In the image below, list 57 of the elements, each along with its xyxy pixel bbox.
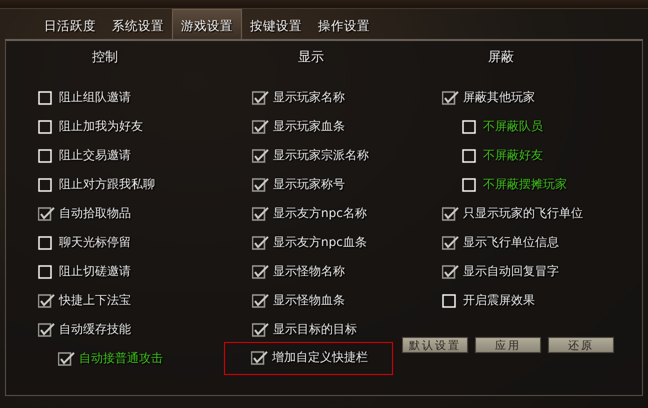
- option-label: 自动拾取物品: [59, 205, 131, 222]
- option-label: 显示怪物血条: [273, 292, 345, 309]
- checkbox[interactable]: [442, 236, 460, 250]
- option-label: 阻止加我为好友: [59, 118, 143, 135]
- option-label: 聊天光标停留: [59, 234, 131, 251]
- action-button[interactable]: 还原: [548, 337, 614, 353]
- column-heading: 显示: [298, 49, 324, 66]
- checkbox[interactable]: [252, 90, 270, 104]
- checkbox[interactable]: [442, 90, 460, 104]
- option-label: 不屏蔽摆摊玩家: [483, 176, 567, 193]
- option-label: 不屏蔽好友: [483, 147, 543, 164]
- option-label: 阻止交易邀请: [59, 147, 131, 164]
- checkbox[interactable]: [38, 206, 56, 220]
- option-label: 开启震屏效果: [463, 292, 535, 309]
- column-heading: 控制: [92, 49, 118, 66]
- checkbox[interactable]: [252, 120, 270, 134]
- checkbox[interactable]: [38, 322, 56, 336]
- option-label: 显示目标的目标: [273, 321, 357, 338]
- option-label: 只显示玩家的飞行单位: [463, 205, 583, 222]
- option-label: 显示友方npc名称: [273, 205, 367, 222]
- option-label: 自动接普通攻击: [79, 350, 163, 367]
- checkbox[interactable]: [252, 294, 270, 308]
- option-label: 显示玩家血条: [273, 118, 345, 135]
- checkbox[interactable]: [58, 352, 76, 366]
- action-button[interactable]: 应用: [475, 337, 541, 353]
- checkbox[interactable]: [252, 148, 270, 162]
- checkbox[interactable]: [38, 294, 56, 308]
- checkbox[interactable]: [252, 264, 270, 278]
- tab[interactable]: 按键设置: [242, 9, 310, 39]
- option-label: 不屏蔽队员: [483, 118, 543, 135]
- checkbox[interactable]: [442, 264, 460, 278]
- option-label: 显示玩家称号: [273, 176, 345, 193]
- checkbox[interactable]: [252, 206, 270, 220]
- column-heading: 屏蔽: [488, 49, 514, 66]
- checkbox[interactable]: [252, 178, 270, 192]
- option-label: 显示玩家名称: [273, 89, 345, 106]
- checkbox[interactable]: [252, 236, 270, 250]
- option-label: 快捷上下法宝: [59, 292, 131, 309]
- option-label: 增加自定义快捷栏: [272, 349, 368, 366]
- option-label: 阻止组队邀请: [59, 89, 131, 106]
- checkbox[interactable]: [252, 322, 270, 336]
- checkbox[interactable]: [442, 206, 460, 220]
- action-button[interactable]: 默认设置: [402, 337, 468, 353]
- option-label: 自动缓存技能: [59, 321, 131, 338]
- option-label: 显示玩家宗派名称: [273, 147, 369, 164]
- option-label: 阻止切磋邀请: [59, 263, 131, 280]
- tab[interactable]: 操作设置: [310, 9, 378, 39]
- tab[interactable]: 系统设置: [104, 9, 172, 39]
- option-label: 显示飞行单位信息: [463, 234, 559, 251]
- option-label: 显示友方npc血条: [273, 234, 367, 251]
- option-label: 阻止对方跟我私聊: [59, 176, 155, 193]
- tab[interactable]: 游戏设置: [172, 9, 242, 39]
- option-label: 显示怪物名称: [273, 263, 345, 280]
- checkbox[interactable]: [251, 350, 269, 364]
- option-label: 显示自动回复冒字: [463, 263, 559, 280]
- option-label: 屏蔽其他玩家: [463, 89, 535, 106]
- tab[interactable]: 日活跃度: [36, 9, 104, 39]
